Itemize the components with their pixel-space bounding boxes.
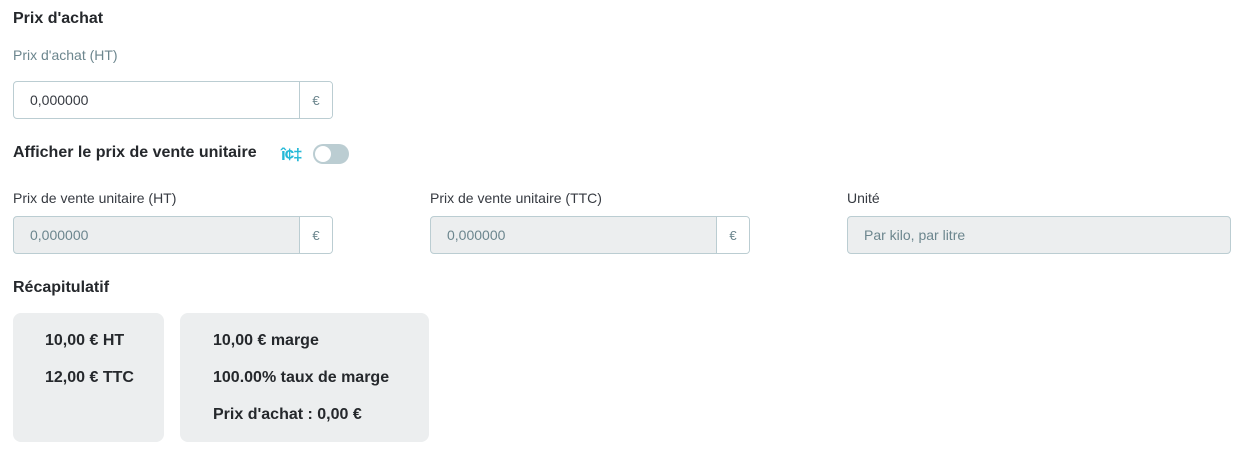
summary-price-ttc: 12,00 € TTC bbox=[45, 369, 134, 386]
unit-price-ht-field: € bbox=[13, 216, 333, 254]
help-icon[interactable]: î¢‡ bbox=[281, 145, 303, 165]
toggle-knob bbox=[315, 146, 331, 162]
unit-price-ht-input[interactable] bbox=[14, 217, 299, 253]
purchase-price-label: Prix d'achat (HT) bbox=[13, 47, 118, 63]
unit-price-toggle-label: Afficher le prix de vente unitaire bbox=[13, 144, 257, 161]
unit-input[interactable]: Par kilo, par litre bbox=[847, 216, 1231, 254]
summary-price-card: 10,00 € HT 12,00 € TTC bbox=[13, 313, 164, 442]
purchase-price-field: € bbox=[13, 81, 333, 119]
unit-label: Unité bbox=[847, 190, 880, 206]
unit-price-toggle[interactable] bbox=[313, 144, 349, 164]
summary-price-ht: 10,00 € HT bbox=[45, 332, 125, 349]
unit-price-ttc-label: Prix de vente unitaire (TTC) bbox=[430, 190, 602, 206]
summary-margin-card: 10,00 € marge 100.00% taux de marge Prix… bbox=[180, 313, 429, 442]
unit-price-ht-label: Prix de vente unitaire (HT) bbox=[13, 190, 177, 206]
purchase-price-input[interactable] bbox=[14, 82, 299, 118]
purchase-section-title: Prix d'achat bbox=[13, 10, 104, 27]
purchase-currency-addon: € bbox=[299, 82, 332, 118]
summary-purchase-price: Prix d'achat : 0,00 € bbox=[213, 406, 362, 423]
summary-margin-rate: 100.00% taux de marge bbox=[213, 369, 390, 386]
summary-section-title: Récapitulatif bbox=[13, 279, 110, 296]
unit-price-ttc-currency: € bbox=[716, 217, 749, 253]
summary-margin: 10,00 € marge bbox=[213, 332, 319, 349]
unit-price-ht-currency: € bbox=[299, 217, 332, 253]
unit-price-ttc-field: € bbox=[430, 216, 750, 254]
unit-price-ttc-input[interactable] bbox=[431, 217, 716, 253]
